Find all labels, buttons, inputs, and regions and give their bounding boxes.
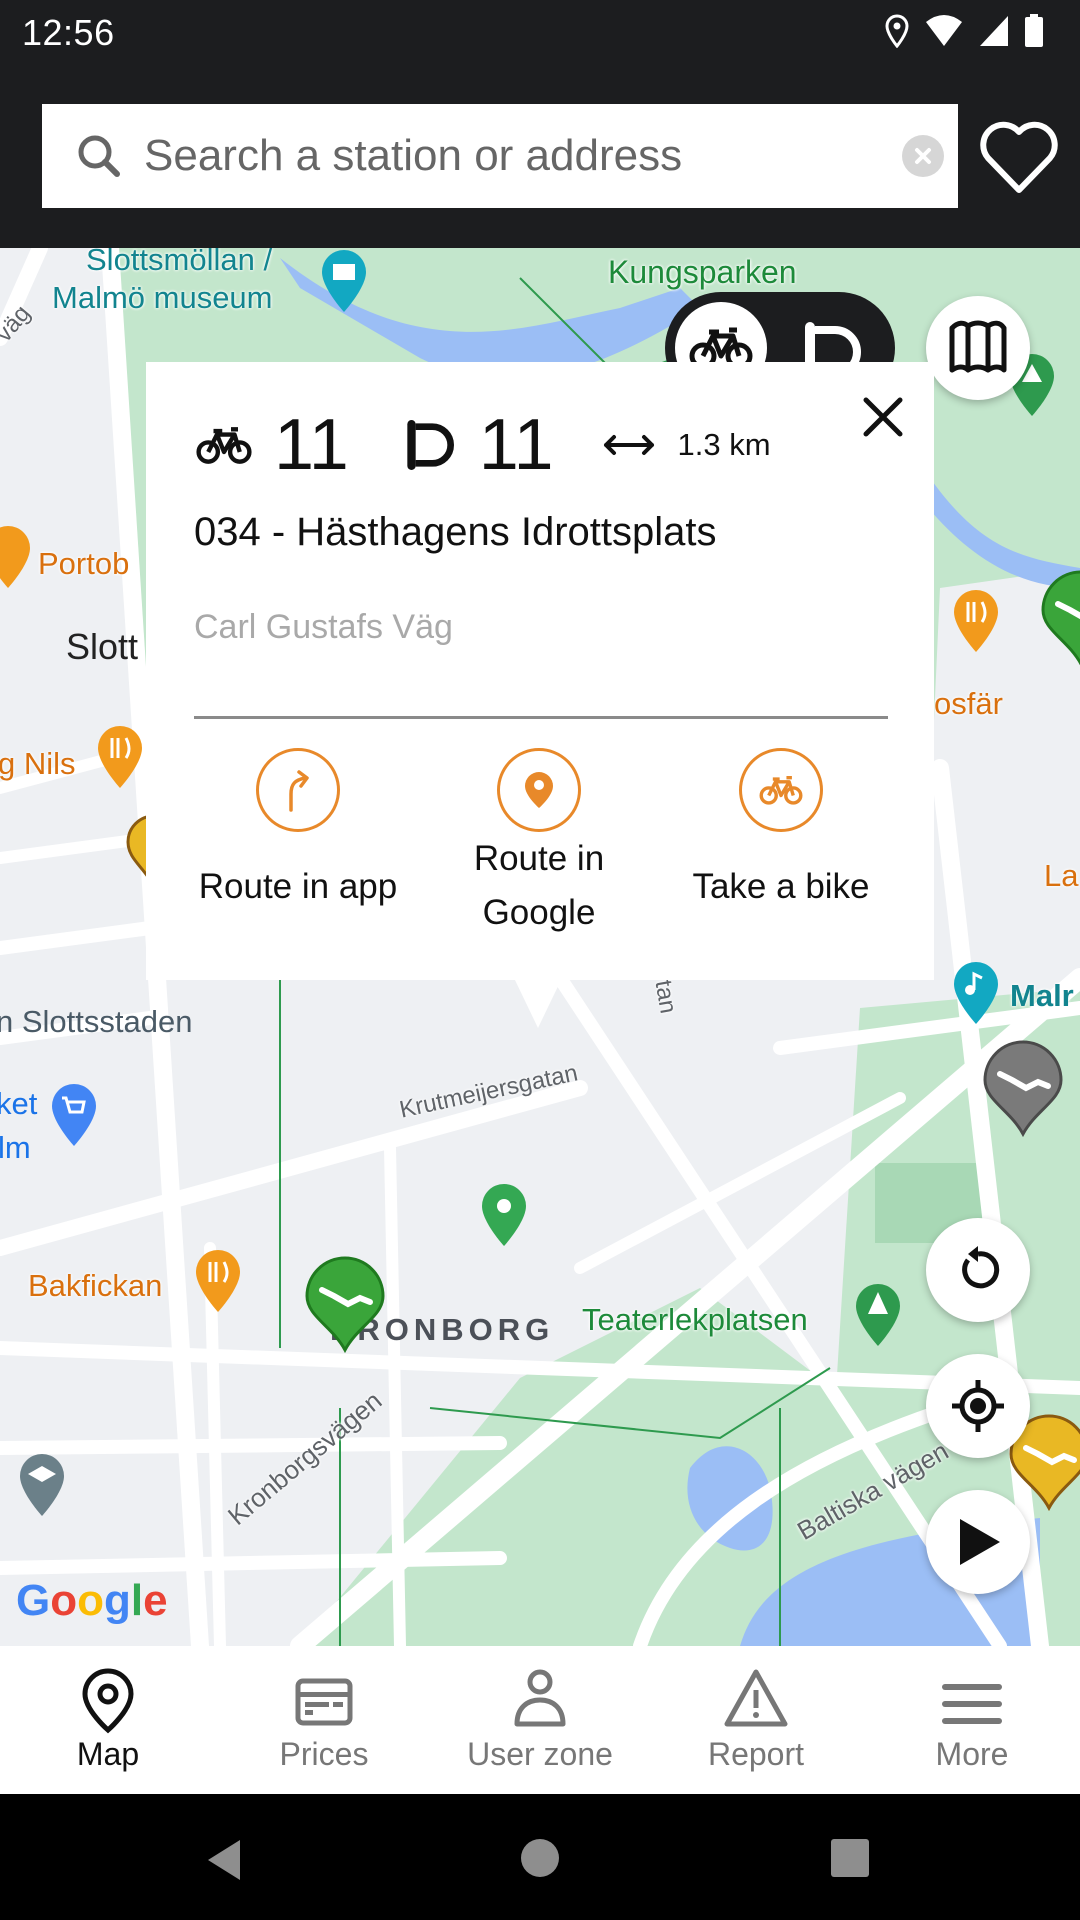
nav-label-prices: Prices bbox=[279, 1736, 369, 1772]
route-in-app-label: Route in app bbox=[198, 867, 398, 906]
map-label-portob: Portob bbox=[38, 546, 130, 581]
search-placeholder: Search a station or address bbox=[144, 131, 683, 180]
nav-label-more: More bbox=[935, 1736, 1009, 1772]
music-pin-icon[interactable] bbox=[950, 960, 1002, 1026]
google-logo: Google bbox=[16, 1576, 168, 1625]
play-button[interactable] bbox=[926, 1490, 1030, 1594]
wifi-icon bbox=[926, 15, 962, 46]
docks-available-count: 11 bbox=[478, 405, 554, 485]
clear-search-button[interactable] bbox=[902, 135, 944, 177]
map-label-tan: tan bbox=[649, 978, 682, 1016]
station-distance: 1.3 km bbox=[677, 427, 771, 462]
station-actions: Route in app Route in Google Take a bike bbox=[146, 748, 934, 958]
my-location-icon bbox=[952, 1380, 1004, 1432]
status-icons bbox=[884, 14, 1044, 48]
route-in-google-label-line1: Route in bbox=[473, 839, 605, 878]
map-label-la: La bbox=[1044, 858, 1079, 893]
station-marker-green[interactable] bbox=[1038, 568, 1080, 668]
top-bar: Search a station or address bbox=[0, 64, 1080, 248]
station-address: Carl Gustafs Väg bbox=[194, 608, 453, 646]
take-a-bike-button[interactable]: Take a bike bbox=[661, 748, 901, 914]
bikes-available-count: 11 bbox=[274, 405, 349, 485]
map-label-kungsparken: Kungsparken bbox=[608, 254, 797, 290]
school-pin-icon[interactable] bbox=[16, 1452, 68, 1518]
bike-icon bbox=[196, 427, 252, 464]
bike-icon bbox=[759, 776, 803, 805]
map-layers-button[interactable] bbox=[926, 296, 1030, 400]
nav-label-map: Map bbox=[76, 1736, 140, 1772]
map-pin-icon bbox=[525, 772, 553, 808]
map-label-museum-line2: Malmö museum bbox=[52, 280, 273, 315]
nav-label-user-zone: User zone bbox=[467, 1736, 613, 1772]
restaurant-pin-icon[interactable] bbox=[0, 524, 34, 590]
turn-right-icon bbox=[289, 770, 309, 812]
station-name: 034 - Hästhagens Idrottsplats bbox=[194, 510, 717, 554]
signal-icon bbox=[980, 16, 1008, 46]
museum-pin-icon[interactable] bbox=[318, 248, 370, 314]
refresh-icon bbox=[962, 1246, 1000, 1289]
status-bar: 12:56 bbox=[0, 0, 1080, 64]
map-layers-icon bbox=[949, 320, 1007, 373]
card-pointer bbox=[514, 978, 562, 1028]
distance-arrows-icon bbox=[603, 435, 654, 455]
place-pin-icon[interactable] bbox=[478, 1182, 530, 1248]
dock-icon bbox=[407, 420, 454, 470]
map-label-slott: Slott bbox=[66, 626, 139, 667]
station-info-card: 11 11 1.3 km 034 - Hästhagens Idrottspla… bbox=[146, 362, 934, 980]
clear-icon bbox=[915, 148, 931, 164]
route-in-google-label-line2: Google bbox=[482, 893, 596, 932]
nav-tab-prices[interactable]: Prices bbox=[216, 1646, 432, 1794]
shopping-pin-icon[interactable] bbox=[48, 1082, 100, 1148]
bottom-navigation: Map Prices User zone Report More bbox=[0, 1646, 1080, 1794]
map-label-teaterlekplatsen: Teaterlekplatsen bbox=[582, 1302, 808, 1337]
play-icon bbox=[960, 1519, 1000, 1565]
map-label-nils: g Nils bbox=[0, 746, 76, 781]
restaurant-pin-icon[interactable] bbox=[192, 1248, 244, 1314]
route-in-google-ring bbox=[497, 748, 581, 832]
park-pin-icon[interactable] bbox=[852, 1282, 904, 1348]
restaurant-pin-icon[interactable] bbox=[950, 588, 1002, 654]
take-a-bike-ring bbox=[739, 748, 823, 832]
location-icon bbox=[885, 14, 909, 48]
price-card-icon bbox=[295, 1678, 353, 1726]
recents-icon[interactable] bbox=[830, 1838, 870, 1878]
map-label-bakfickan: Bakfickan bbox=[28, 1268, 163, 1303]
user-icon bbox=[514, 1669, 566, 1727]
route-in-app-ring bbox=[256, 748, 340, 832]
screen: 12:56 Search a station or address Slotts… bbox=[0, 0, 1080, 1920]
map-label-museum-line1: Slottsmöllan / bbox=[86, 248, 273, 277]
menu-icon bbox=[942, 1684, 1002, 1724]
station-marker-gray[interactable] bbox=[980, 1038, 1066, 1138]
battery-icon bbox=[1025, 14, 1043, 47]
route-in-google-button[interactable]: Route in Google bbox=[419, 748, 659, 940]
heart-icon[interactable] bbox=[978, 118, 1060, 198]
take-a-bike-label: Take a bike bbox=[692, 867, 870, 906]
search-input[interactable]: Search a station or address bbox=[42, 104, 958, 208]
route-in-app-button[interactable]: Route in app bbox=[178, 748, 418, 914]
home-icon[interactable] bbox=[520, 1838, 560, 1878]
nav-tab-user-zone[interactable]: User zone bbox=[432, 1646, 648, 1794]
warning-icon bbox=[724, 1669, 788, 1727]
card-divider bbox=[194, 716, 888, 719]
close-card-button[interactable] bbox=[858, 392, 908, 442]
map-label-lm: lm bbox=[0, 1130, 31, 1165]
system-navigation-bar bbox=[0, 1794, 1080, 1920]
nav-label-report: Report bbox=[707, 1736, 805, 1772]
search-icon bbox=[78, 135, 120, 177]
map-pin-icon bbox=[82, 1668, 134, 1734]
map-label-osfar: osfär bbox=[934, 686, 1003, 721]
nav-tab-more[interactable]: More bbox=[864, 1646, 1080, 1794]
status-time: 12:56 bbox=[22, 12, 115, 53]
nav-tab-report[interactable]: Report bbox=[648, 1646, 864, 1794]
refresh-button[interactable] bbox=[926, 1218, 1030, 1322]
station-marker-green[interactable] bbox=[302, 1254, 388, 1354]
map-label-malmo: Malr bbox=[1010, 978, 1074, 1013]
map-label-slottsstaden: n Slottsstaden bbox=[0, 1004, 193, 1039]
back-icon[interactable] bbox=[204, 1838, 244, 1882]
station-stats: 11 11 1.3 km bbox=[196, 400, 771, 490]
my-location-button[interactable] bbox=[926, 1354, 1030, 1458]
nav-tab-map[interactable]: Map bbox=[0, 1646, 216, 1794]
restaurant-pin-icon[interactable] bbox=[94, 724, 146, 790]
map-label-ket: ket bbox=[0, 1086, 38, 1121]
